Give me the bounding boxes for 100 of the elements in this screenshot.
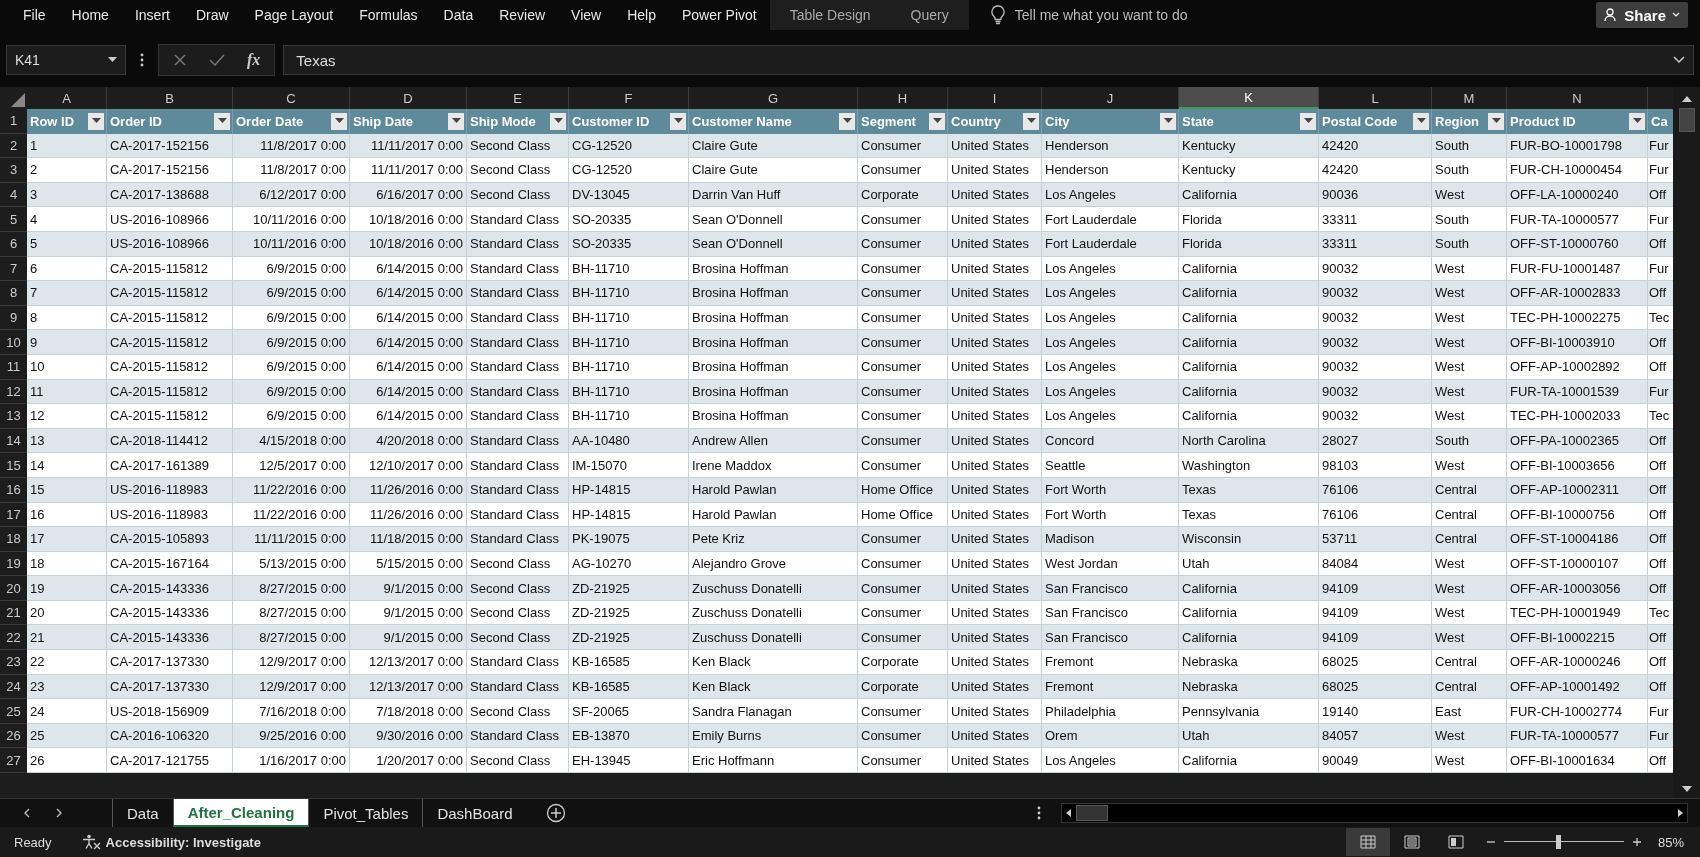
vertical-scrollbar[interactable] (1673, 87, 1700, 798)
more-icon[interactable] (140, 53, 144, 67)
filter-dropdown-icon[interactable] (1629, 112, 1645, 130)
scroll-thumb[interactable] (1678, 108, 1695, 132)
ribbon-tab[interactable]: View (558, 0, 615, 30)
table-cell: United States (948, 207, 1042, 232)
select-all-icon[interactable] (11, 93, 25, 107)
row-header[interactable]: 4 (0, 182, 27, 208)
table-cell: OFF-AR-10000246 (1507, 650, 1648, 675)
row-header[interactable]: 6 (0, 231, 27, 257)
row-header[interactable]: 21 (0, 600, 27, 626)
filter-dropdown-icon[interactable] (448, 112, 464, 130)
next-sheet-icon[interactable] (54, 808, 64, 818)
table-cell: Sandra Flanagan (689, 699, 858, 724)
table-cell: CG-12520 (569, 158, 689, 183)
table-cell: Standard Class (467, 354, 569, 380)
row-header[interactable]: 12 (0, 379, 27, 405)
table-cell: 90032 (1319, 281, 1432, 306)
table-cell: Consumer (858, 281, 948, 306)
filter-dropdown-icon[interactable] (670, 112, 686, 130)
row-header[interactable]: 18 (0, 527, 27, 552)
insert-function-button[interactable]: fx (247, 51, 261, 69)
filter-dropdown-icon[interactable] (331, 112, 347, 130)
row-header[interactable]: 22 (0, 625, 27, 651)
row-header[interactable]: 11 (0, 354, 27, 380)
horizontal-scrollbar[interactable] (1061, 803, 1688, 823)
ribbon-tab[interactable]: Review (486, 0, 559, 30)
filter-dropdown-icon[interactable] (1488, 112, 1504, 130)
table-cell: 11/11/2017 0:00 (350, 158, 467, 183)
name-box[interactable]: K41 (6, 45, 126, 75)
ribbon-tab[interactable]: Query (890, 0, 969, 30)
row-header[interactable]: 9 (0, 305, 27, 331)
table-cell: CA-2015-115812 (107, 404, 233, 429)
row-header[interactable]: 20 (0, 576, 27, 601)
ribbon-tab[interactable]: Formulas (346, 0, 431, 30)
row-header[interactable]: 25 (0, 699, 27, 724)
caret-icon (108, 57, 117, 63)
row-header[interactable]: 17 (0, 502, 27, 528)
row-header[interactable]: 15 (0, 453, 27, 478)
ribbon-tab[interactable]: Help (614, 0, 669, 30)
tell-me-search[interactable]: Tell me what you want to do (1014, 7, 1188, 23)
column-header[interactable]: K (1179, 87, 1319, 109)
ribbon-tab[interactable]: Page Layout (241, 0, 347, 30)
table-cell: California (1179, 330, 1319, 355)
expand-icon[interactable] (1673, 56, 1685, 64)
ribbon-tab[interactable]: Data (430, 0, 487, 30)
zoom-in-icon[interactable] (1631, 837, 1642, 847)
ribbon-tab[interactable]: Insert (121, 0, 183, 30)
table-cell: 12/9/2017 0:00 (233, 650, 350, 675)
row-header[interactable]: 7 (0, 256, 27, 282)
sheet-tab[interactable]: After_Cleaning (172, 799, 309, 827)
row-header[interactable]: 13 (0, 404, 27, 429)
scroll-thumb[interactable] (1076, 805, 1108, 821)
ribbon-tab[interactable]: Power Pivot (668, 0, 770, 30)
row-header[interactable]: 27 (0, 748, 27, 774)
row-header[interactable]: 23 (0, 650, 27, 675)
row-header[interactable]: 8 (0, 281, 27, 306)
row-header[interactable]: 24 (0, 674, 27, 700)
table-cell: Zuschuss Donatelli (689, 576, 858, 601)
filter-dropdown-icon[interactable] (1160, 112, 1176, 130)
table-cell: Fremont (1042, 650, 1179, 675)
grid-icon (1359, 835, 1376, 849)
filter-dropdown-icon[interactable] (839, 112, 855, 130)
filter-dropdown-icon[interactable] (550, 112, 566, 130)
filter-dropdown-icon[interactable] (88, 112, 104, 130)
zoom-slider[interactable] (1503, 834, 1624, 850)
formula-field[interactable]: Texas (283, 45, 1694, 75)
ribbon-tab[interactable]: File (10, 0, 59, 30)
filter-dropdown-icon[interactable] (929, 112, 945, 130)
filter-dropdown-icon[interactable] (1023, 112, 1039, 130)
row-header[interactable]: 10 (0, 330, 27, 355)
table-cell: United States (948, 576, 1042, 601)
row-header[interactable]: 14 (0, 428, 27, 454)
filter-dropdown-icon[interactable] (214, 112, 230, 130)
filter-dropdown-icon[interactable] (1300, 112, 1316, 130)
share-button[interactable]: Share (1596, 2, 1688, 28)
row-header[interactable]: 19 (0, 551, 27, 577)
accessibility-status[interactable]: Accessibility: Investigate (105, 834, 261, 850)
table-cell: Los Angeles (1042, 354, 1179, 380)
add-sheet-icon[interactable] (546, 803, 567, 823)
table-cell: Central (1432, 477, 1507, 503)
check-icon[interactable] (209, 53, 225, 67)
more-icon[interactable] (1037, 806, 1041, 820)
ribbon-tab[interactable]: Home (58, 0, 122, 30)
previous-sheet-icon[interactable] (22, 808, 32, 818)
table-cell: Ken Black (689, 650, 858, 675)
row-header[interactable]: 26 (0, 723, 27, 749)
ribbon-tab[interactable]: Table Design (769, 0, 891, 30)
cancel-icon[interactable] (173, 53, 187, 67)
ribbon-tab[interactable]: Draw (182, 0, 242, 30)
filter-dropdown-icon[interactable] (1413, 112, 1429, 130)
row-header[interactable]: 16 (0, 477, 27, 503)
accessibility-icon[interactable] (81, 834, 102, 850)
row-header[interactable]: 5 (0, 207, 27, 232)
normal-view-button[interactable] (1345, 828, 1390, 856)
row-header[interactable]: 2 (0, 133, 27, 159)
row-header[interactable]: 1 (0, 109, 27, 134)
table-cell: Consumer (858, 207, 948, 232)
row-header[interactable]: 3 (0, 158, 27, 183)
zoom-level[interactable]: 85% (1657, 834, 1684, 850)
